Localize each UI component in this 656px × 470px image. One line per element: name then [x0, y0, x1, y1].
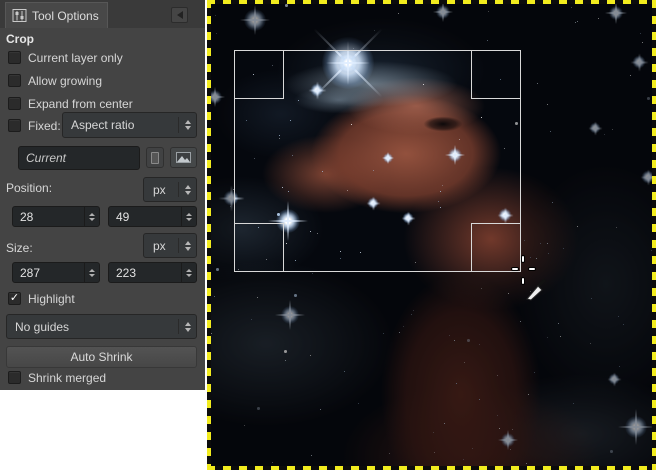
- size-label: Size:: [6, 241, 33, 255]
- spinner-arrows-icon[interactable]: [84, 207, 99, 226]
- checkbox-label: Expand from center: [28, 96, 133, 111]
- layer-boundary-left: [207, 0, 211, 470]
- spinner-arrows-icon[interactable]: [84, 263, 99, 282]
- dropdown-value: No guides: [15, 319, 70, 334]
- checkbox-box[interactable]: [8, 371, 21, 384]
- dropdown-arrows-icon: [179, 321, 196, 332]
- starfield: [211, 4, 212, 5]
- size-height-entry: [108, 262, 197, 283]
- crop-handle-nw[interactable]: [234, 50, 284, 99]
- checkbox-allow-growing[interactable]: Allow growing: [8, 73, 102, 88]
- size-width-input[interactable]: [13, 265, 84, 280]
- unit-value: px: [153, 238, 166, 253]
- landscape-icon: [176, 152, 191, 163]
- checkbox-current-layer-only[interactable]: Current layer only: [8, 50, 123, 65]
- portrait-icon: [151, 151, 159, 164]
- check-icon: ✓: [9, 292, 20, 304]
- checkbox-shrink-merged[interactable]: Shrink merged: [8, 370, 106, 385]
- checkbox-box[interactable]: [8, 97, 21, 110]
- crosshair-left: [511, 267, 519, 271]
- checkbox-box[interactable]: [8, 119, 21, 132]
- dock-menu-button[interactable]: [171, 7, 188, 23]
- crop-handle-ne[interactable]: [471, 50, 521, 99]
- tab-tool-options[interactable]: Tool Options: [5, 2, 108, 28]
- size-height-input[interactable]: [109, 265, 181, 280]
- landscape-orientation-button[interactable]: [170, 147, 197, 168]
- layer-boundary-top: [207, 0, 656, 4]
- dropdown-value: Aspect ratio: [71, 118, 135, 132]
- checkbox-expand-from-center[interactable]: Expand from center: [8, 96, 133, 111]
- tool-title: Crop: [6, 32, 34, 46]
- aspect-ratio-input[interactable]: [19, 151, 139, 165]
- size-width-entry: [12, 262, 100, 283]
- checkbox-label: Allow growing: [28, 73, 103, 88]
- guides-dropdown[interactable]: No guides: [6, 314, 197, 339]
- button-label: Auto Shrink: [70, 350, 133, 364]
- aspect-ratio-entry: [18, 146, 140, 170]
- left-triangle-icon: [176, 11, 183, 19]
- tab-label: Tool Options: [32, 8, 99, 23]
- dropdown-arrows-icon: [179, 184, 196, 195]
- auto-shrink-button[interactable]: Auto Shrink: [6, 346, 197, 368]
- checkbox-label: Shrink merged: [28, 370, 107, 385]
- position-x-entry: [12, 206, 100, 227]
- position-x-input[interactable]: [13, 209, 84, 224]
- spinner-arrows-icon[interactable]: [181, 207, 196, 226]
- layer-boundary-bottom: [207, 466, 656, 470]
- size-unit-dropdown[interactable]: px: [143, 233, 197, 258]
- position-y-entry: [108, 206, 197, 227]
- dropdown-arrows-icon: [179, 120, 196, 130]
- layer-boundary-right: [652, 0, 656, 470]
- position-unit-dropdown[interactable]: px: [143, 177, 197, 202]
- tool-options-panel: Tool Options Crop Current layer only All…: [0, 0, 205, 390]
- fixed-type-dropdown[interactable]: Aspect ratio: [62, 112, 197, 138]
- horsehead-nebula-image[interactable]: [211, 4, 652, 466]
- checkbox-label: Highlight: [28, 291, 75, 306]
- position-label: Position:: [6, 181, 53, 195]
- checkbox-highlight[interactable]: ✓ Highlight: [8, 291, 75, 306]
- portrait-orientation-button[interactable]: [146, 147, 164, 168]
- crop-selection[interactable]: [234, 50, 521, 272]
- checkbox-box[interactable]: [8, 51, 21, 64]
- crosshair-right: [528, 267, 536, 271]
- unit-value: px: [153, 182, 166, 197]
- spinner-arrows-icon[interactable]: [181, 263, 196, 282]
- crop-blade-icon: [526, 278, 546, 301]
- position-y-input[interactable]: [109, 209, 181, 224]
- image-canvas[interactable]: [207, 0, 656, 470]
- dropdown-arrows-icon: [179, 240, 196, 251]
- checkbox-box[interactable]: [8, 74, 21, 87]
- tool-options-icon: [12, 9, 27, 22]
- crop-handle-se[interactable]: [471, 223, 521, 272]
- crop-handle-sw[interactable]: [234, 223, 284, 272]
- fixed-label: Fixed:: [28, 118, 61, 133]
- dock-tab-strip: Tool Options: [0, 0, 205, 28]
- checkbox-fixed[interactable]: Fixed:: [8, 118, 61, 133]
- crosshair-top: [521, 255, 525, 263]
- checkbox-box[interactable]: ✓: [8, 292, 21, 305]
- gimp-window: Tool Options Crop Current layer only All…: [0, 0, 656, 470]
- crop-tool-options: Crop Current layer only Allow growing Ex…: [0, 28, 205, 390]
- checkbox-label: Current layer only: [28, 50, 123, 65]
